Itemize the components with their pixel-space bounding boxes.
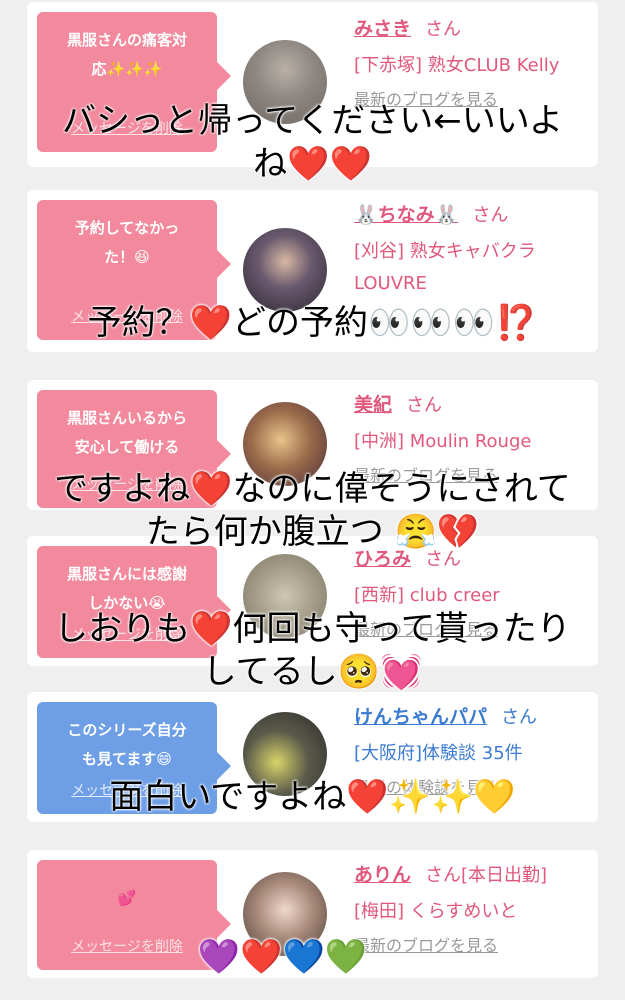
overlay-caption: ですよね❤️なのに偉そうにされて たら何か腹立つ 😤💔 xyxy=(54,469,571,552)
message-text: 黒服さんいるから 安心して働ける xyxy=(66,409,187,456)
overlay-caption: しおりも❤️何回も守って貰ったり してるし🥺💓 xyxy=(54,609,571,692)
sender-name[interactable]: けんちゃんパパ xyxy=(354,706,487,728)
sender-info: みさき さん [下赤塚] 熟女CLUB Kelly 最新のブログを見る xyxy=(354,14,594,110)
overlay-caption: 面白いですよね❤️✨✨💛 xyxy=(109,777,516,817)
sender-name[interactable]: ありん xyxy=(354,864,411,886)
sender-name[interactable]: みさき xyxy=(354,18,411,40)
sender-name[interactable]: 🐰ちなみ🐰 xyxy=(354,204,458,226)
overlay-caption: バシっと帰ってください←いいよ ね❤️❤️ xyxy=(61,101,564,184)
shop-name: [刈谷] 熟女キャバクラ LOUVRE xyxy=(354,241,536,294)
shop-name: [下赤塚] 熟女CLUB Kelly xyxy=(354,55,560,76)
honorific: さん xyxy=(472,205,509,226)
avatar[interactable] xyxy=(243,228,327,312)
sender-info: 🐰ちなみ🐰 さん [刈谷] 熟女キャバクラ LOUVRE xyxy=(354,200,594,300)
honorific: さん xyxy=(501,707,538,728)
message-text: 予約してなかっ た！😆 xyxy=(74,219,180,266)
overlay-caption: 予約？❤️どの予約👀👀👀⁉️ xyxy=(87,303,538,343)
shop-name: [大阪府]体験談 35件 xyxy=(354,743,523,764)
shop-name: [中洲] Moulin Rouge xyxy=(354,431,532,452)
honorific: さん xyxy=(406,395,443,416)
honorific: さん xyxy=(425,19,462,40)
shop-name: [梅田] くらすめいと xyxy=(354,901,518,922)
overlay-caption: 💜❤️💙💚 xyxy=(197,937,368,977)
message-text: 💕 xyxy=(117,889,137,907)
sender-name[interactable]: 美紀 xyxy=(354,394,392,416)
message-text: このシリーズ自分 も見てます😄 xyxy=(67,721,187,768)
message-text: 黒服さんの痛客対 応✨✨✨ xyxy=(66,31,187,78)
honorific: さん[本日出勤] xyxy=(425,865,548,886)
